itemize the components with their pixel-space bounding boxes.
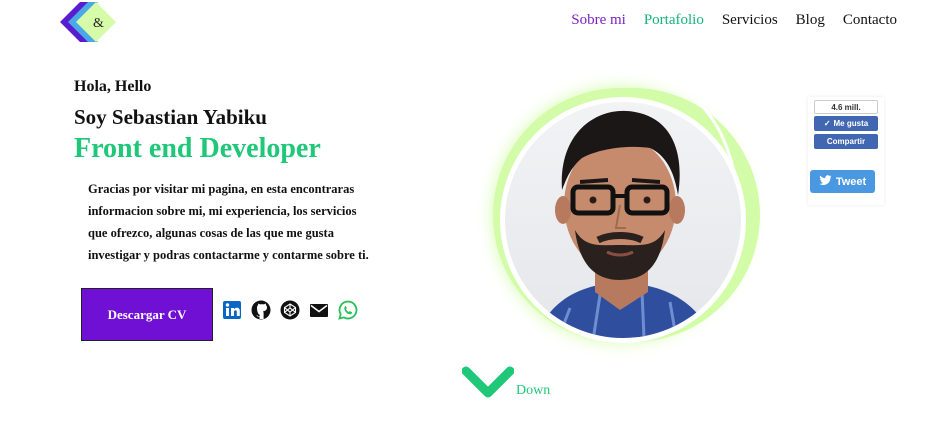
scroll-down-link[interactable]: Down	[461, 365, 551, 404]
tweet-button[interactable]: Tweet	[810, 170, 875, 193]
check-icon: ✓	[823, 119, 831, 128]
codepen-icon[interactable]	[280, 300, 300, 320]
twitter-bird-icon	[819, 174, 832, 189]
nav-blog[interactable]: Blog	[796, 12, 825, 29]
whatsapp-icon[interactable]	[338, 300, 358, 320]
like-count: 4.6 mill.	[814, 100, 878, 114]
like-label: Me gusta	[833, 119, 869, 128]
email-icon[interactable]	[309, 300, 329, 320]
down-label: Down	[516, 382, 551, 398]
nav-contacto[interactable]: Contacto	[843, 12, 897, 29]
facebook-share-button[interactable]: Compartir	[814, 134, 878, 149]
hero-role: Front end Developer	[74, 133, 321, 164]
chevron-down-icon	[461, 365, 515, 404]
social-links	[222, 300, 358, 320]
linkedin-icon[interactable]	[222, 300, 242, 320]
nav-sobre-mi[interactable]: Sobre mi	[571, 12, 626, 29]
profile-photo	[470, 70, 770, 370]
greeting: Hola, Hello	[74, 78, 152, 95]
brand-logo[interactable]: &	[58, 0, 120, 44]
main-nav: Sobre mi Portafolio Servicios Blog Conta…	[571, 12, 897, 29]
facebook-like-button[interactable]: ✓ Me gusta	[814, 116, 878, 131]
logo-glyph: &	[93, 16, 104, 31]
nav-servicios[interactable]: Servicios	[722, 12, 778, 29]
hero-name: Soy Sebastian Yabiku	[74, 105, 267, 129]
intro-paragraph: Gracias por visitar mi pagina, en esta e…	[88, 182, 369, 262]
github-icon[interactable]	[251, 300, 271, 320]
download-cv-button[interactable]: Descargar CV	[81, 288, 213, 341]
tweet-label: Tweet	[835, 175, 867, 188]
nav-portafolio[interactable]: Portafolio	[644, 12, 704, 29]
